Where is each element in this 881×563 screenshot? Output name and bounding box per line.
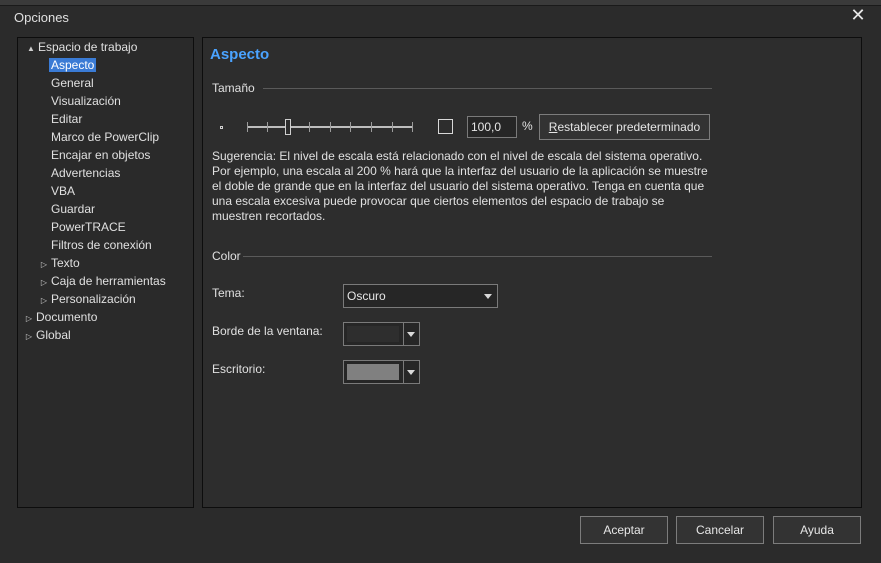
theme-label: Tema: (212, 286, 245, 300)
slider-tick (247, 122, 248, 132)
scale-slider[interactable] (247, 118, 413, 136)
slider-tick (267, 122, 268, 132)
theme-select[interactable]: Oscuro (343, 284, 498, 308)
scale-value-input[interactable] (467, 116, 517, 138)
window-border-label: Borde de la ventana: (212, 324, 323, 338)
small-size-icon (220, 126, 223, 129)
tree-item-personalizacion[interactable]: ▷ Personalización (39, 291, 138, 307)
slider-tick (371, 122, 372, 132)
tree-item-texto[interactable]: ▷ Texto (39, 255, 82, 271)
expand-icon[interactable]: ▷ (39, 257, 49, 273)
tree-item-general[interactable]: General (49, 75, 96, 91)
close-icon[interactable]: ✕ (849, 6, 867, 26)
slider-tick (350, 122, 351, 132)
window-border-swatch (347, 326, 399, 342)
tree-item-vba[interactable]: VBA (49, 183, 77, 199)
window-border-color-picker[interactable] (343, 322, 420, 346)
color-group-divider (243, 256, 712, 257)
help-button[interactable]: Ayuda (773, 516, 861, 544)
tree-item-powertrace[interactable]: PowerTRACE (49, 219, 128, 235)
slider-thumb[interactable] (285, 119, 291, 135)
slider-tick (412, 122, 413, 132)
cancel-button[interactable]: Cancelar (676, 516, 764, 544)
chevron-down-icon[interactable] (407, 370, 415, 375)
tree-item-filtros-conexion[interactable]: Filtros de conexión (49, 237, 154, 253)
scale-checkbox[interactable] (438, 119, 453, 134)
tree-item-marco-powerclip[interactable]: Marco de PowerClip (49, 129, 161, 145)
tree-item-documento[interactable]: ▷ Documento (24, 309, 99, 325)
slider-tick (309, 122, 310, 132)
dialog-title: Opciones (14, 10, 69, 25)
tree-item-visualizacion[interactable]: Visualización (49, 93, 123, 109)
chevron-down-icon (484, 294, 492, 299)
dialog-titlebar: Opciones ✕ (0, 6, 881, 30)
tree-item-aspecto[interactable]: Aspecto (49, 57, 97, 73)
expand-icon[interactable]: ▷ (24, 329, 34, 345)
tree-item-guardar[interactable]: Guardar (49, 201, 97, 217)
options-tree[interactable]: ▲ Espacio de trabajo Aspecto General Visu… (17, 37, 194, 508)
desktop-color-picker[interactable] (343, 360, 420, 384)
tree-item-advertencias[interactable]: Advertencias (49, 165, 122, 181)
slider-tick (392, 122, 393, 132)
reset-default-button[interactable]: Restablecer predeterminado (539, 114, 710, 140)
tree-item-caja-herramientas[interactable]: ▷ Caja de herramientas (39, 273, 168, 289)
expand-icon[interactable]: ▷ (24, 311, 34, 327)
settings-panel: Aspecto Tamaño % Restablecer predetermin… (202, 37, 862, 508)
tree-item-global[interactable]: ▷ Global (24, 327, 73, 343)
desktop-swatch (347, 364, 399, 380)
tree-item-encajar-objetos[interactable]: Encajar en objetos (49, 147, 152, 163)
size-group-label: Tamaño (212, 81, 255, 95)
page-title: Aspecto (210, 46, 270, 63)
tree-item-editar[interactable]: Editar (49, 111, 84, 127)
desktop-label: Escritorio: (212, 362, 266, 376)
expand-icon[interactable]: ▷ (39, 275, 49, 291)
slider-tick (330, 122, 331, 132)
scale-hint-text: Sugerencia: El nivel de escala está rela… (212, 149, 708, 223)
chevron-down-icon[interactable] (407, 332, 415, 337)
collapse-icon[interactable]: ▲ (26, 41, 36, 57)
expand-icon[interactable]: ▷ (39, 293, 49, 309)
ok-button[interactable]: Aceptar (580, 516, 668, 544)
size-group-divider (263, 88, 712, 89)
percent-label: % (522, 119, 533, 133)
color-group-label: Color (212, 249, 241, 263)
tree-item-espacio-de-trabajo[interactable]: ▲ Espacio de trabajo (26, 39, 139, 55)
